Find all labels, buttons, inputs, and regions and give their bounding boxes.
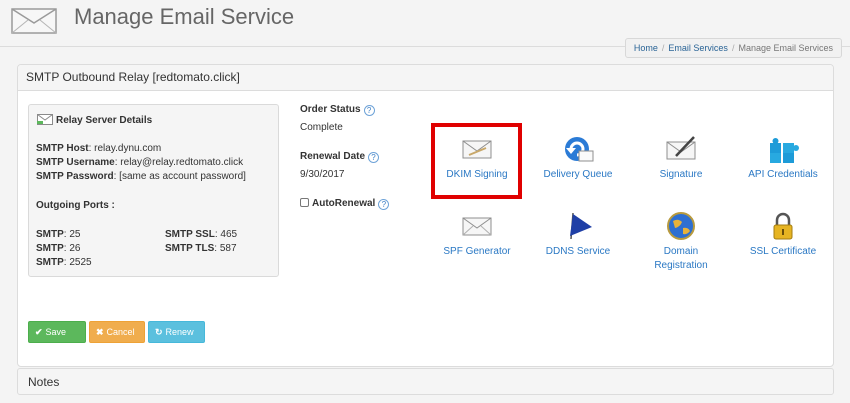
- tile-delivery-queue[interactable]: Delivery Queue: [533, 134, 623, 182]
- envelope-icon: [462, 217, 492, 236]
- renewal-date: Renewal Date?: [300, 151, 380, 163]
- page-title: Manage Email Service: [74, 4, 295, 29]
- help-icon[interactable]: ?: [368, 152, 380, 163]
- tile-label: Signature: [659, 169, 703, 180]
- globe-icon: [667, 212, 695, 240]
- check-icon: ✔: [35, 327, 43, 337]
- tile-ddns-service[interactable]: DDNS Service: [533, 211, 623, 259]
- breadcrumb-current: Manage Email Services: [738, 43, 833, 53]
- relay-details-title: Relay Server Details: [56, 115, 153, 126]
- tile-signature[interactable]: Signature: [636, 134, 726, 182]
- order-status-label: Order Status: [300, 104, 361, 115]
- lock-icon: [773, 212, 793, 240]
- breadcrumb-separator: /: [731, 43, 735, 53]
- breadcrumb: Home / Email Services / Manage Email Service…: [624, 38, 842, 58]
- smtp-password-row: SMTP Password: [same as account password…: [36, 171, 246, 182]
- port-smtp-tls: SMTP TLS: 587: [165, 243, 237, 254]
- breadcrumb-email-services-link[interactable]: Email Services: [668, 43, 728, 53]
- renewal-date-label: Renewal Date: [300, 151, 366, 162]
- port-smtp-2525: SMTP: 2525: [36, 257, 92, 268]
- flag-icon: [570, 212, 592, 240]
- port-smtp-26: SMTP: 26: [36, 243, 81, 254]
- refresh-queue-icon: [565, 137, 594, 162]
- autorenewal-checkbox[interactable]: [300, 198, 309, 207]
- port-smtp-25: SMTP: 25: [36, 229, 81, 240]
- tile-domain-registration[interactable]: Domain Registration: [636, 211, 726, 273]
- envelope-icon: [11, 8, 57, 34]
- outgoing-ports-title: Outgoing Ports :: [36, 200, 115, 211]
- relay-server-details: Relay Server Details SMTP Host: relay.dy…: [28, 104, 279, 277]
- tile-label: DDNS Service: [545, 246, 611, 257]
- autorenewal-row: AutoRenewal?: [300, 198, 390, 210]
- tile-label: API Credentials: [748, 169, 818, 180]
- dkim-highlight-box: [431, 123, 522, 199]
- relay-details-heading: Relay Server Details: [37, 114, 152, 126]
- help-icon[interactable]: ?: [378, 199, 390, 210]
- tile-label: Delivery Queue: [543, 169, 613, 180]
- envelope-small-icon: [37, 114, 53, 125]
- tile-label: SSL Certificate: [749, 246, 817, 257]
- envelope-pen-icon: [666, 136, 696, 160]
- renew-button[interactable]: ↻ Renew: [148, 321, 205, 343]
- help-icon[interactable]: ?: [363, 105, 375, 116]
- close-icon: ✖: [96, 327, 104, 337]
- panel-title: SMTP Outbound Relay [redtomato.click]: [18, 65, 833, 91]
- notes-title: Notes: [28, 375, 60, 389]
- relay-panel: SMTP Outbound Relay [redtomato.click] Re…: [17, 64, 834, 367]
- smtp-username-row: SMTP Username: relay@relay.redtomato.cli…: [36, 157, 244, 168]
- notes-panel[interactable]: Notes: [17, 368, 834, 395]
- tile-label: SPF Generator: [443, 246, 511, 257]
- port-smtp-ssl: SMTP SSL: 465: [165, 229, 238, 240]
- autorenewal-label[interactable]: AutoRenewal: [312, 198, 375, 209]
- breadcrumb-separator: /: [661, 43, 665, 53]
- tile-spf-generator[interactable]: SPF Generator: [432, 211, 522, 259]
- tile-label: Domain Registration: [654, 246, 708, 271]
- order-status: Order Status?: [300, 104, 375, 116]
- order-status-value: Complete: [300, 122, 343, 133]
- smtp-host-row: SMTP Host: relay.dynu.com: [36, 143, 162, 154]
- cancel-button[interactable]: ✖ Cancel: [89, 321, 145, 343]
- renewal-date-value: 9/30/2017: [300, 169, 345, 180]
- puzzle-icon: [770, 138, 799, 163]
- tile-api-credentials[interactable]: API Credentials: [738, 134, 828, 182]
- breadcrumb-home-link[interactable]: Home: [634, 43, 658, 53]
- tile-ssl-certificate[interactable]: SSL Certificate: [738, 211, 828, 259]
- refresh-icon: ↻: [155, 327, 163, 337]
- save-button[interactable]: ✔ Save: [28, 321, 86, 343]
